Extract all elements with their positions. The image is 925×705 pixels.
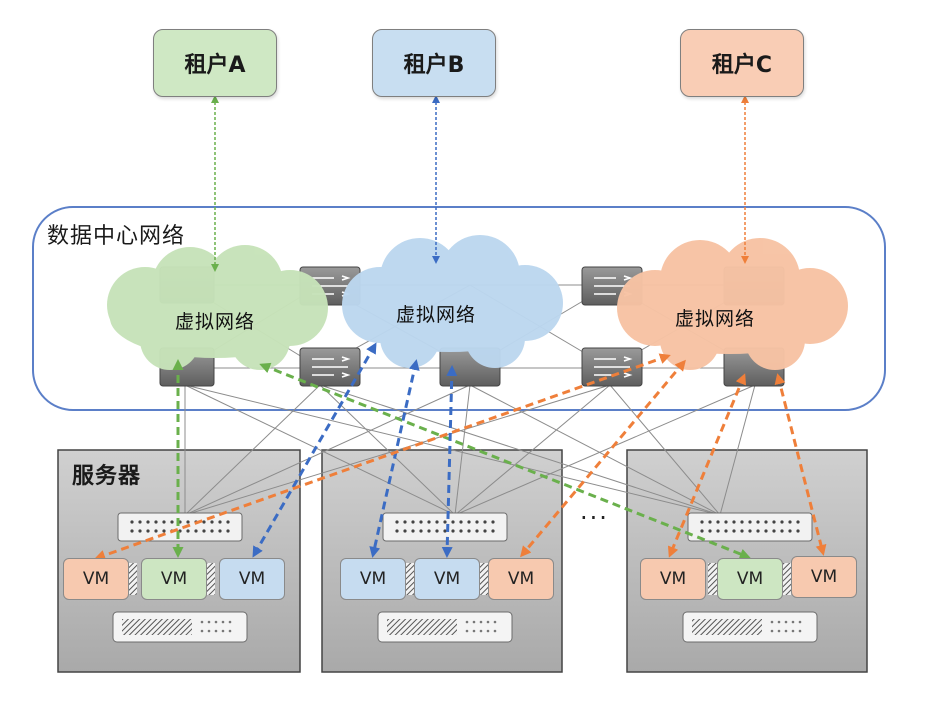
more-servers-indicator: ... (580, 497, 609, 525)
virtual-network-a-label: 虚拟网络 (175, 311, 256, 333)
vm-connector (128, 563, 137, 595)
switch-6 (299, 347, 361, 387)
network-diagram: 租户A 租户B 租户C 数据中心网络 虚拟网络 虚拟网络 虚拟网络 服务器 ..… (0, 0, 925, 705)
servers-label: 服务器 (72, 464, 142, 489)
vm-server2-tenant-b-2: VM (414, 558, 480, 600)
server-2-drive (377, 611, 513, 643)
switch-8 (581, 347, 643, 387)
server-1-drive (112, 611, 248, 643)
server-2-nic (382, 512, 508, 542)
vm-server1-tenant-b: VM (219, 558, 285, 600)
vm-connector (206, 563, 215, 595)
tenant-b-box: 租户B (372, 29, 496, 97)
vm-server1-tenant-a: VM (141, 558, 207, 600)
tenant-c-box: 租户C (680, 29, 804, 97)
vm-server3-tenant-c-1: VM (640, 558, 706, 600)
tenant-a-box: 租户A (153, 29, 277, 97)
server-1-nic (117, 512, 243, 542)
vm-server2-tenant-c: VM (488, 558, 554, 600)
vm-server2-tenant-b-1: VM (340, 558, 406, 600)
vm-connector (708, 563, 717, 595)
vm-server3-tenant-c-2: VM (791, 556, 857, 598)
vm-connector (405, 563, 414, 595)
virtual-network-b-label: 虚拟网络 (396, 304, 477, 326)
server-3-drive (682, 611, 818, 643)
vm-connector (479, 563, 488, 595)
server-3-nic (687, 512, 813, 542)
datacenter-network-label: 数据中心网络 (47, 224, 186, 249)
vm-connector (782, 563, 791, 595)
vm-server1-tenant-c: VM (63, 558, 129, 600)
virtual-network-c-label: 虚拟网络 (675, 308, 756, 330)
vm-server3-tenant-a: VM (717, 558, 783, 600)
